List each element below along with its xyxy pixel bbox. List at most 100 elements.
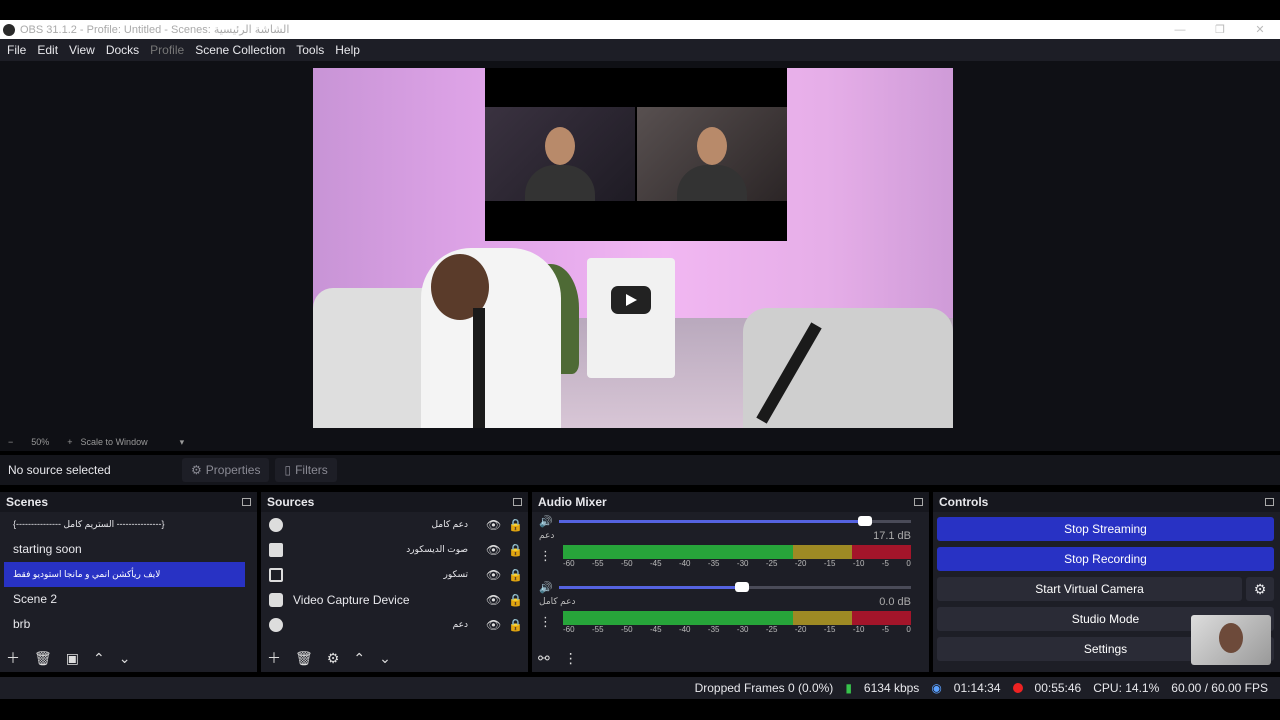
visibility-eye-icon[interactable]: 👁 — [486, 518, 501, 532]
source-item[interactable]: Video Capture Device 👁 🔒 — [261, 587, 528, 612]
start-virtual-camera-button[interactable]: Start Virtual Camera — [937, 577, 1242, 601]
source-properties-icon[interactable]: ⚙ — [327, 650, 340, 667]
preview-area — [0, 61, 1280, 433]
undock-icon[interactable] — [242, 498, 251, 506]
move-down-icon[interactable]: ⌄ — [119, 650, 131, 667]
scene-item-selected[interactable]: لايف ريأكشن انمي و مانجا استوديو فقط — [4, 562, 245, 587]
meter-red — [851, 611, 911, 625]
menu-tools[interactable]: Tools — [291, 43, 329, 57]
scene-filters-icon[interactable]: ▣ — [66, 650, 79, 667]
meter-tick-label: -10 — [852, 625, 865, 634]
undock-icon[interactable] — [914, 498, 923, 506]
channel-menu-icon[interactable]: ⋮ — [539, 614, 552, 630]
visibility-eye-icon[interactable]: 👁 — [486, 568, 501, 582]
stop-streaming-button[interactable]: Stop Streaming — [937, 517, 1274, 541]
source-item[interactable]: تسكور 👁 🔒 — [261, 562, 528, 587]
bitrate: 6134 kbps — [863, 681, 920, 695]
menu-view[interactable]: View — [64, 43, 100, 57]
remove-scene-icon[interactable]: 🗑 — [34, 650, 52, 667]
minimize-button[interactable]: — — [1160, 24, 1200, 36]
volume-knob[interactable] — [735, 581, 750, 592]
scale-mode-label[interactable]: Scale to Window — [81, 437, 148, 447]
properties-button[interactable]: ⚙ Properties — [182, 458, 270, 482]
maximize-button[interactable]: ❐ — [1200, 23, 1240, 36]
speaker-icon[interactable]: 🔊 — [539, 515, 553, 528]
channel-name-row: دعم كامل 0.0 dB — [539, 596, 911, 610]
menu-docks[interactable]: Docks — [101, 43, 144, 57]
visibility-eye-icon[interactable]: 👁 — [486, 593, 501, 607]
window-title: OBS 31.1.2 - Profile: Untitled - Scenes:… — [20, 24, 290, 36]
preview-zoom-bar: − 50% + Scale to Window ▾ — [0, 433, 1280, 451]
virtual-camera-settings-gear-icon[interactable]: ⚙ — [1246, 577, 1274, 601]
mixer-menu-icon[interactable]: ⋮ — [564, 650, 578, 667]
volume-slider[interactable] — [559, 581, 911, 592]
zoom-in-button[interactable]: + — [67, 437, 72, 447]
meter-tick-label: -50 — [620, 625, 633, 634]
undock-icon[interactable] — [513, 498, 522, 506]
audio-mixer-dock: Audio Mixer 🔊 دعم 17.1 dB ⋮ -60 -55 -50 -45… — [532, 492, 929, 672]
meter-tick-label: 0 — [906, 559, 911, 568]
menu-edit[interactable]: Edit — [32, 43, 63, 57]
move-up-icon[interactable]: ⌃ — [93, 650, 105, 667]
scene-item[interactable]: {--------------- الستريم كامل ----------… — [4, 512, 245, 537]
visibility-eye-icon[interactable]: 👁 — [486, 543, 501, 557]
webcam-face — [697, 127, 727, 165]
menu-profile[interactable]: Profile — [145, 43, 189, 57]
menu-scene-collection[interactable]: Scene Collection — [190, 43, 290, 57]
zoom-level: 50% — [31, 437, 50, 447]
lock-icon[interactable]: 🔒 — [508, 618, 523, 632]
virtual-camera-row: Start Virtual Camera ⚙ — [937, 577, 1274, 601]
source-name: دعم كامل — [431, 519, 468, 529]
meter-tick-label: -50 — [620, 559, 633, 568]
channel-name: دعم كامل — [539, 596, 576, 606]
sources-toolbar: ＋ 🗑 ⚙ ⌃ ⌄ — [261, 644, 528, 672]
meter-tick-label: -25 — [765, 625, 778, 634]
add-scene-icon[interactable]: ＋ — [6, 648, 20, 668]
obs-logo-icon — [3, 23, 15, 36]
visibility-eye-icon[interactable]: 👁 — [486, 618, 501, 632]
scene-item[interactable]: Scene 2 — [4, 587, 245, 612]
add-source-icon[interactable]: ＋ — [267, 648, 281, 668]
close-button[interactable]: ✕ — [1240, 23, 1280, 36]
lock-icon[interactable]: 🔒 — [508, 543, 523, 557]
advanced-audio-icon[interactable]: ⚯ — [538, 650, 550, 667]
volume-fill — [559, 585, 743, 589]
meter-red — [851, 545, 911, 559]
volume-slider[interactable] — [559, 515, 911, 526]
lock-icon[interactable]: 🔒 — [508, 518, 523, 532]
meter-tick-label: -10 — [852, 559, 865, 568]
channel-menu-icon[interactable]: ⋮ — [539, 548, 552, 564]
scenes-dock: Scenes {--------------- الستريم كامل ---… — [0, 492, 257, 672]
move-down-icon[interactable]: ⌄ — [379, 650, 391, 667]
volume-meter: -60 -55 -50 -45 -40 -35 -30 -25 -20 -15 -10 -5 0 — [563, 611, 911, 634]
scale-mode-dropdown-icon[interactable]: ▾ — [180, 437, 185, 448]
meter-green — [563, 545, 793, 559]
meter-row: ⋮ -60 -55 -50 -45 -40 -35 -30 -25 -20 -15 -10 -5 0 — [539, 610, 911, 634]
scene-item[interactable]: starting soon — [4, 537, 245, 562]
meter-tick-label: -35 — [707, 559, 720, 568]
preview-canvas[interactable] — [313, 68, 953, 428]
scene-item[interactable]: brb — [4, 612, 245, 637]
source-item[interactable]: صوت الديسكورد 👁 🔒 — [261, 537, 528, 562]
webcam-person — [525, 165, 595, 201]
remove-source-icon[interactable]: 🗑 — [295, 650, 313, 667]
source-name: صوت الديسكورد — [406, 544, 468, 554]
meter-tick-label: -30 — [736, 559, 749, 568]
lock-icon[interactable]: 🔒 — [508, 568, 523, 582]
stop-recording-button[interactable]: Stop Recording — [937, 547, 1274, 571]
source-item[interactable]: دعم كامل 👁 🔒 — [261, 512, 528, 537]
speaker-icon[interactable]: 🔊 — [539, 581, 553, 594]
dropped-frames: Dropped Frames 0 (0.0%) — [694, 681, 834, 695]
source-item[interactable]: دعم 👁 🔒 — [261, 612, 528, 637]
recording-dot-icon — [1012, 683, 1023, 693]
menu-help[interactable]: Help — [330, 43, 365, 57]
menu-file[interactable]: File — [2, 43, 31, 57]
volume-knob[interactable] — [858, 515, 873, 526]
live-stream-icon: ◉ — [931, 681, 942, 695]
undock-icon[interactable] — [1265, 498, 1274, 506]
move-up-icon[interactable]: ⌃ — [353, 650, 365, 667]
meter-tick-label: -55 — [591, 625, 604, 634]
lock-icon[interactable]: 🔒 — [508, 593, 523, 607]
zoom-out-button[interactable]: − — [8, 437, 13, 447]
filters-button[interactable]: ▯ Filters — [275, 458, 337, 482]
